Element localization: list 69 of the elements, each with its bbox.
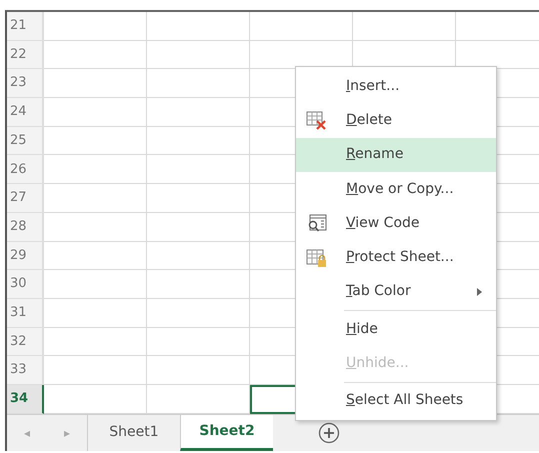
grid-cell[interactable]: [44, 69, 147, 98]
row-header[interactable]: 32: [7, 328, 44, 356]
menu-item[interactable]: Insert...: [296, 69, 496, 104]
grid-cell[interactable]: [44, 298, 147, 328]
grid-cell[interactable]: [147, 98, 250, 127]
row-header[interactable]: 23: [7, 69, 44, 98]
grid-cell[interactable]: [44, 12, 147, 41]
grid-cell[interactable]: [147, 69, 250, 98]
row-header[interactable]: 21: [7, 12, 44, 41]
menu-item-label: Delete: [346, 110, 392, 130]
sheet-lock-icon: [306, 248, 328, 268]
menu-item-label: Insert...: [346, 76, 400, 96]
sheet-delete-icon: [306, 110, 328, 130]
menu-item[interactable]: View Code: [296, 206, 496, 240]
menu-item-label: View Code: [346, 214, 420, 233]
add-sheet-icon[interactable]: [318, 422, 340, 444]
menu-item-label: Move or Copy...: [346, 180, 454, 199]
window-search-icon: [306, 213, 328, 234]
grid-cell[interactable]: [147, 270, 250, 299]
row-header[interactable]: 29: [7, 242, 44, 270]
grid-cell[interactable]: [44, 155, 147, 184]
row-header[interactable]: 33: [7, 356, 44, 385]
row-header[interactable]: 31: [7, 298, 44, 328]
menu-item-label: Protect Sheet...: [346, 248, 454, 268]
grid-cell[interactable]: [44, 356, 147, 385]
menu-item-label: Rename: [346, 145, 404, 164]
menu-item-label: Hide: [346, 320, 378, 339]
grid-cell[interactable]: [147, 12, 250, 41]
scroll-right-arrow[interactable]: ▸: [47, 414, 87, 451]
menu-item-label: Tab Color: [346, 282, 411, 302]
menu-item[interactable]: Delete: [296, 103, 496, 138]
grid-cell[interactable]: [44, 212, 147, 242]
grid-cell[interactable]: [44, 242, 147, 270]
scroll-left-arrow[interactable]: ◂: [7, 414, 47, 451]
menu-item-label: Unhide...: [346, 354, 409, 374]
grid-cell[interactable]: [44, 270, 147, 299]
menu-item[interactable]: Protect Sheet...: [296, 240, 496, 275]
grid-cell[interactable]: [147, 126, 250, 156]
grid-cell[interactable]: [147, 212, 250, 242]
grid-cell[interactable]: [147, 242, 250, 270]
row-header[interactable]: 28: [7, 212, 44, 242]
menu-item[interactable]: Tab Color: [296, 274, 496, 310]
grid-cell[interactable]: [147, 356, 250, 385]
grid-cell[interactable]: [147, 298, 250, 328]
grid-cell[interactable]: [147, 155, 250, 184]
grid-cell[interactable]: [44, 184, 147, 213]
grid-cell[interactable]: [147, 40, 250, 70]
row-header[interactable]: 30: [7, 270, 44, 299]
row-header[interactable]: 25: [7, 126, 44, 156]
grid-cell[interactable]: [44, 98, 147, 127]
row-header[interactable]: 26: [7, 155, 44, 184]
row-header[interactable]: 34: [7, 384, 44, 414]
menu-item[interactable]: Select All Sheets: [296, 384, 496, 418]
grid-cell[interactable]: [147, 184, 250, 213]
grid-cell[interactable]: [353, 12, 456, 41]
row-header[interactable]: 27: [7, 184, 44, 213]
grid-cell[interactable]: [250, 12, 353, 41]
row-header[interactable]: 24: [7, 98, 44, 127]
menu-item-label: Select All Sheets: [346, 391, 464, 410]
row-header[interactable]: 22: [7, 40, 44, 70]
menu-item[interactable]: Move or Copy...: [296, 172, 496, 206]
grid-cell[interactable]: [44, 126, 147, 156]
submenu-arrow-icon: [477, 288, 482, 296]
menu-item[interactable]: Rename: [296, 138, 496, 172]
menu-item[interactable]: Hide: [296, 312, 496, 346]
grid-cell[interactable]: [44, 40, 147, 70]
grid-cell[interactable]: [44, 328, 147, 356]
sheet-tab[interactable]: Sheet2: [180, 414, 273, 451]
grid-cell[interactable]: [147, 328, 250, 356]
